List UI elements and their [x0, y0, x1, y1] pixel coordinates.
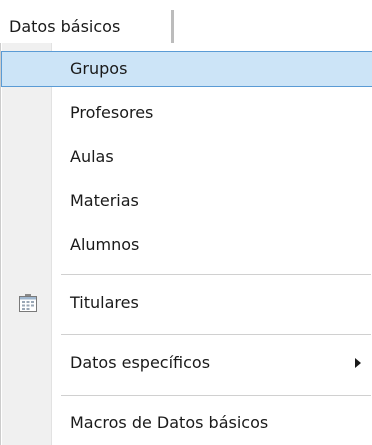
menu-item-titulares[interactable]: Titulares	[1, 283, 372, 323]
menu-item-datos-especificos-label: Datos específicos	[70, 353, 211, 372]
menu-item-grupos-label: Grupos	[70, 59, 128, 78]
menu-item-profesores[interactable]: Profesores	[1, 95, 372, 131]
menu-tab-label: Datos básicos	[9, 17, 121, 36]
menu-item-alumnos[interactable]: Alumnos	[1, 227, 372, 263]
menu-item-grupos[interactable]: Grupos	[1, 51, 372, 87]
menu-item-titulares-label: Titulares	[70, 293, 139, 312]
menu-item-materias-label: Materias	[70, 191, 139, 210]
datos-basicos-dropdown: Grupos Profesores Aulas Materias Alumnos	[0, 43, 372, 445]
menu-item-profesores-label: Profesores	[70, 103, 154, 122]
menu-separator	[61, 395, 371, 396]
menu-item-aulas-label: Aulas	[70, 147, 114, 166]
menu-item-macros[interactable]: Macros de Datos básicos	[1, 403, 372, 443]
menu-item-materias[interactable]: Materias	[1, 183, 372, 219]
menu-item-alumnos-label: Alumnos	[70, 235, 140, 254]
menu-item-macros-label: Macros de Datos básicos	[70, 413, 269, 432]
chevron-right-icon	[355, 358, 361, 368]
menu-item-datos-especificos[interactable]: Datos específicos	[1, 343, 372, 383]
menu-tab-datos-basicos[interactable]: Datos básicos	[6, 10, 174, 44]
menu-item-aulas[interactable]: Aulas	[1, 139, 372, 175]
menu-separator	[61, 274, 371, 275]
calendar-icon	[18, 293, 38, 317]
menu-separator	[61, 334, 371, 335]
